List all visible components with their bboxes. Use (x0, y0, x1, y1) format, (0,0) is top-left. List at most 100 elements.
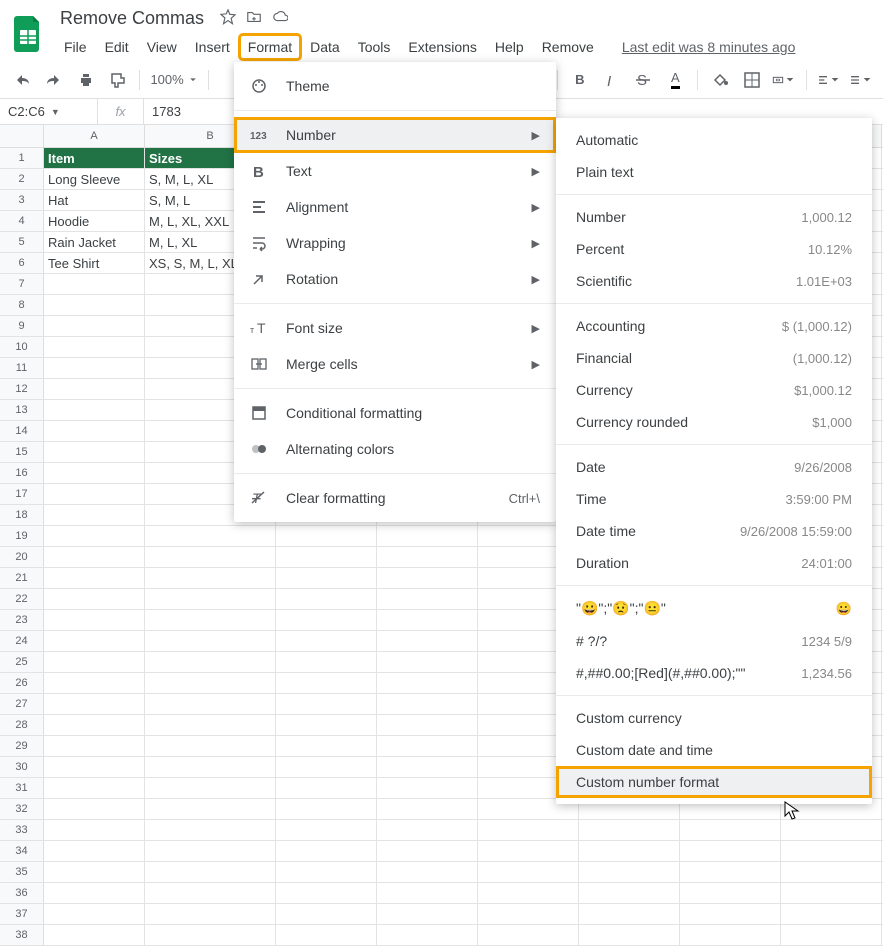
cell[interactable] (377, 820, 478, 840)
cell[interactable] (145, 631, 276, 651)
cell[interactable] (579, 883, 680, 903)
cell[interactable] (377, 757, 478, 777)
cell[interactable] (44, 463, 145, 483)
row-header[interactable]: 26 (0, 673, 44, 693)
font-color-button[interactable]: A (663, 68, 687, 92)
format-menu-theme[interactable]: Theme (234, 68, 556, 104)
cell[interactable] (145, 652, 276, 672)
italic-button[interactable] (600, 68, 624, 92)
cell[interactable] (377, 862, 478, 882)
cell[interactable] (680, 925, 781, 945)
row-header[interactable]: 18 (0, 505, 44, 525)
cell[interactable] (478, 925, 579, 945)
cell[interactable] (377, 589, 478, 609)
row-header[interactable]: 24 (0, 631, 44, 651)
cell[interactable] (145, 547, 276, 567)
cell[interactable] (377, 526, 478, 546)
cell[interactable] (377, 652, 478, 672)
strike-button[interactable] (632, 68, 656, 92)
number-format-custom-currency[interactable]: Custom currency (556, 702, 872, 734)
row-header[interactable]: 1 (0, 148, 44, 168)
cell[interactable] (276, 904, 377, 924)
cell[interactable] (478, 904, 579, 924)
cell[interactable] (579, 862, 680, 882)
cell[interactable] (44, 925, 145, 945)
cell[interactable] (44, 589, 145, 609)
cell[interactable] (44, 862, 145, 882)
menu-file[interactable]: File (56, 35, 95, 59)
format-menu-alternating-colors[interactable]: Alternating colors (234, 431, 556, 467)
format-menu-conditional-formatting[interactable]: Conditional formatting (234, 395, 556, 431)
cell[interactable] (579, 925, 680, 945)
cell[interactable] (145, 715, 276, 735)
row-header[interactable]: 4 (0, 211, 44, 231)
cell[interactable] (145, 526, 276, 546)
cell[interactable] (377, 904, 478, 924)
bold-button[interactable]: B (568, 68, 592, 92)
cell[interactable]: Hat (44, 190, 145, 210)
cell[interactable] (781, 841, 882, 861)
row-header[interactable]: 21 (0, 568, 44, 588)
cell[interactable] (44, 568, 145, 588)
row-header[interactable]: 35 (0, 862, 44, 882)
cell[interactable] (44, 316, 145, 336)
number-format-date[interactable]: Date9/26/2008 (556, 451, 872, 483)
row-header[interactable]: 27 (0, 694, 44, 714)
cell[interactable] (145, 736, 276, 756)
format-menu-number[interactable]: Number▶ (234, 117, 556, 153)
cell[interactable] (44, 841, 145, 861)
cell[interactable] (145, 862, 276, 882)
row-header[interactable]: 37 (0, 904, 44, 924)
cell[interactable] (781, 883, 882, 903)
cell[interactable] (145, 925, 276, 945)
cell[interactable] (377, 778, 478, 798)
cell[interactable] (276, 652, 377, 672)
format-menu-merge-cells[interactable]: Merge cells▶ (234, 346, 556, 382)
number-format-scientific[interactable]: Scientific1.01E+03 (556, 265, 872, 297)
number-format-[interactable]: # ?/?1234 5/9 (556, 625, 872, 657)
number-format-currency[interactable]: Currency$1,000.12 (556, 374, 872, 406)
column-header[interactable]: A (44, 125, 145, 147)
row-header[interactable]: 3 (0, 190, 44, 210)
cell[interactable] (145, 778, 276, 798)
menu-extensions[interactable]: Extensions (400, 35, 484, 59)
cell[interactable] (276, 631, 377, 651)
cell[interactable] (276, 673, 377, 693)
cell[interactable] (44, 631, 145, 651)
row-header[interactable]: 14 (0, 421, 44, 441)
row-header[interactable]: 32 (0, 799, 44, 819)
cell[interactable]: Long Sleeve (44, 169, 145, 189)
row-header[interactable]: 23 (0, 610, 44, 630)
number-format-financial[interactable]: Financial(1,000.12) (556, 342, 872, 374)
cell[interactable]: Item (44, 148, 145, 168)
cell[interactable] (276, 841, 377, 861)
cell[interactable] (377, 799, 478, 819)
cell[interactable] (145, 589, 276, 609)
row-header[interactable]: 20 (0, 547, 44, 567)
cell[interactable] (44, 673, 145, 693)
cell[interactable] (44, 295, 145, 315)
row-header[interactable]: 5 (0, 232, 44, 252)
cell[interactable] (781, 925, 882, 945)
row-header[interactable]: 25 (0, 652, 44, 672)
row-header[interactable]: 10 (0, 337, 44, 357)
cell[interactable] (781, 904, 882, 924)
number-format-time[interactable]: Time3:59:00 PM (556, 483, 872, 515)
borders-button[interactable] (740, 68, 764, 92)
cell[interactable] (44, 883, 145, 903)
cell[interactable] (145, 799, 276, 819)
cell[interactable] (377, 841, 478, 861)
cell[interactable] (579, 820, 680, 840)
cell[interactable] (377, 925, 478, 945)
halign-button[interactable] (817, 68, 841, 92)
print-button[interactable] (74, 68, 98, 92)
cell[interactable] (680, 841, 781, 861)
cell[interactable] (44, 904, 145, 924)
cell[interactable] (145, 904, 276, 924)
cell[interactable] (44, 778, 145, 798)
cell[interactable] (680, 862, 781, 882)
number-format-percent[interactable]: Percent10.12% (556, 233, 872, 265)
number-format-date-time[interactable]: Date time9/26/2008 15:59:00 (556, 515, 872, 547)
cell[interactable] (145, 841, 276, 861)
cell[interactable] (44, 799, 145, 819)
